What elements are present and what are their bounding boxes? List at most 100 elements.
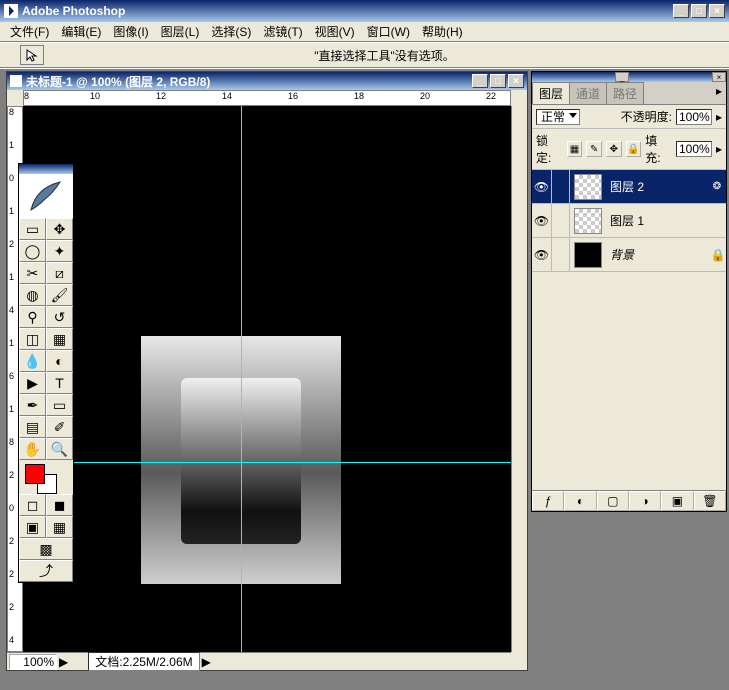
lock-transparency-button[interactable]: ▦ [567, 141, 583, 157]
path-select-tool[interactable]: ▶ [19, 372, 46, 394]
guide-horizontal[interactable] [23, 462, 511, 463]
fill-label: 填充: [645, 132, 672, 166]
zoom-input[interactable]: 100% [9, 654, 57, 670]
gradient-tool[interactable]: ▦ [46, 328, 73, 350]
layer-thumbnail[interactable] [574, 208, 602, 234]
zoom-arrow-icon[interactable]: ▶ [59, 655, 68, 669]
layer-style-button[interactable]: ƒ [532, 491, 564, 511]
visibility-toggle[interactable]: 👁 [532, 204, 552, 237]
delete-layer-button[interactable]: 🗑 [694, 491, 726, 511]
layer-name[interactable]: 背景 [606, 246, 710, 263]
quickmask-on[interactable]: ◼ [46, 494, 73, 516]
move-tool[interactable]: ✥ [46, 218, 73, 240]
doc-close-button[interactable]: × [508, 74, 524, 88]
layer-thumbnail[interactable] [574, 174, 602, 200]
screenmode-full-menubar[interactable]: ▦ [46, 516, 73, 538]
layer-set-button[interactable]: ▢ [597, 491, 629, 511]
magic-wand-tool[interactable]: ✦ [46, 240, 73, 262]
panel-menu-button[interactable]: ▸ [712, 82, 726, 104]
docinfo-arrow-icon[interactable]: ▶ [202, 655, 211, 669]
document-info[interactable]: 文档:2.25M/2.06M [88, 652, 199, 671]
history-brush-tool[interactable]: ↺ [46, 306, 73, 328]
menu-select[interactable]: 选择(S) [205, 21, 257, 42]
zoom-tool[interactable]: 🔍 [46, 438, 73, 460]
fill-input[interactable]: 100% [676, 141, 712, 157]
tab-layers[interactable]: 图层 [532, 82, 570, 104]
clone-stamp-tool[interactable]: ⚲ [19, 306, 46, 328]
link-column[interactable] [552, 170, 570, 203]
adjustment-layer-button[interactable]: ◑ [629, 491, 661, 511]
close-button[interactable]: × [709, 4, 725, 18]
marquee-tool[interactable]: ▭ [19, 218, 46, 240]
menu-layer[interactable]: 图层(L) [155, 21, 206, 42]
eyedropper-tool[interactable]: ✐ [46, 416, 73, 438]
maximize-button[interactable]: □ [691, 4, 707, 18]
layer-row[interactable]: 👁 图层 1 [532, 204, 726, 238]
options-bar: "直接选择工具"没有选项。 [0, 42, 729, 68]
jump-to-imageready[interactable]: ⤴ [19, 560, 73, 582]
lock-all-button[interactable]: 🔒 [626, 141, 642, 157]
panel-close-button[interactable]: × [712, 72, 726, 82]
screenmode-standard[interactable]: ▣ [19, 516, 46, 538]
lock-pixels-button[interactable]: ✎ [586, 141, 602, 157]
lock-position-button[interactable]: ✥ [606, 141, 622, 157]
link-column[interactable] [552, 204, 570, 237]
slice-tool[interactable]: ⧄ [46, 262, 73, 284]
options-message: "直接选择工具"没有选项。 [314, 47, 455, 64]
document-window: 未标题-1 @ 100% (图层 2, RGB/8) _ □ × 8101214… [6, 71, 528, 671]
menu-image[interactable]: 图像(I) [107, 21, 154, 42]
layer-name[interactable]: 图层 2 [606, 178, 708, 195]
healing-brush-tool[interactable]: ◍ [19, 284, 46, 306]
current-tool-indicator[interactable] [20, 45, 44, 65]
layer-thumbnail[interactable] [574, 242, 602, 268]
layer-name[interactable]: 图层 1 [606, 212, 726, 229]
tab-channels[interactable]: 通道 [569, 82, 607, 104]
menu-file[interactable]: 文件(F) [4, 21, 55, 42]
tools-palette-grip[interactable] [19, 164, 73, 174]
minimize-button[interactable]: _ [673, 4, 689, 18]
document-titlebar[interactable]: 未标题-1 @ 100% (图层 2, RGB/8) _ □ × [7, 72, 527, 90]
ruler-horizontal[interactable]: 810121416182022 [23, 90, 511, 106]
new-layer-button[interactable]: ▣ [661, 491, 693, 511]
scrollbar-vertical[interactable] [511, 106, 527, 652]
foreground-color-swatch[interactable] [25, 464, 45, 484]
brush-tool[interactable]: 🖌 [46, 284, 73, 306]
layer-mask-button[interactable]: ◐ [564, 491, 596, 511]
menu-view[interactable]: 视图(V) [309, 21, 361, 42]
menu-window[interactable]: 窗口(W) [361, 21, 416, 42]
blur-tool[interactable]: 💧 [19, 350, 46, 372]
lock-label: 锁定: [536, 132, 563, 166]
visibility-toggle[interactable]: 👁 [532, 238, 552, 271]
quickmask-off[interactable]: ◻ [19, 494, 46, 516]
hand-tool[interactable]: ✋ [19, 438, 46, 460]
layer-fx-icon[interactable]: ❂ [708, 181, 726, 192]
panel-grip[interactable]: _ × [532, 72, 726, 82]
fill-arrow-icon[interactable]: ▸ [716, 142, 722, 156]
opacity-arrow-icon[interactable]: ▸ [716, 110, 722, 124]
tab-paths[interactable]: 路径 [606, 82, 644, 104]
shape-tool[interactable]: ▭ [46, 394, 73, 416]
blend-mode-select[interactable]: 正常 [536, 109, 580, 125]
opacity-input[interactable]: 100% [676, 109, 712, 125]
menu-edit[interactable]: 编辑(E) [55, 21, 107, 42]
doc-minimize-button[interactable]: _ [472, 74, 488, 88]
link-column[interactable] [552, 238, 570, 271]
visibility-toggle[interactable]: 👁 [532, 170, 552, 203]
notes-tool[interactable]: ▤ [19, 416, 46, 438]
doc-maximize-button[interactable]: □ [490, 74, 506, 88]
layer-row[interactable]: 👁背景🔒 [532, 238, 726, 272]
menu-help[interactable]: 帮助(H) [416, 21, 469, 42]
screenmode-full[interactable]: ▩ [19, 538, 73, 560]
canvas[interactable] [23, 106, 511, 652]
pen-tool[interactable]: ✒ [19, 394, 46, 416]
menu-filter[interactable]: 滤镜(T) [257, 21, 308, 42]
dodge-tool[interactable]: ◐ [46, 350, 73, 372]
panel-minimize-button[interactable]: _ [615, 72, 629, 82]
guide-vertical[interactable] [241, 106, 242, 652]
eraser-tool[interactable]: ◫ [19, 328, 46, 350]
lasso-tool[interactable]: ◯ [19, 240, 46, 262]
type-tool[interactable]: T [46, 372, 73, 394]
layer-row[interactable]: 👁 图层 2❂ [532, 170, 726, 204]
titlebar: Adobe Photoshop _ □ × [0, 0, 729, 22]
crop-tool[interactable]: ✂ [19, 262, 46, 284]
